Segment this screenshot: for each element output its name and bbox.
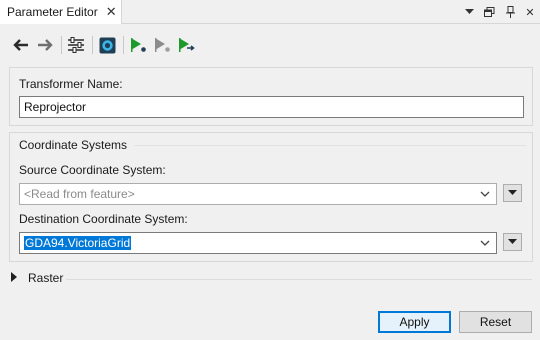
source-coordinate-system-value: <Read from feature> — [24, 187, 135, 201]
close-icon[interactable]: ✕ — [521, 3, 539, 21]
raster-divider — [66, 279, 532, 280]
tab-strip: Parameter Editor ✕ ✕ — [0, 0, 540, 24]
expand-arrow-icon — [10, 271, 18, 285]
destination-coordinate-system-value: GDA94.VictoriaGrid — [24, 236, 132, 250]
triangle-down-icon — [508, 190, 517, 195]
source-coordinate-system-label: Source Coordinate System: — [19, 163, 166, 177]
apply-button[interactable]: Apply — [378, 311, 451, 333]
forward-arrow-icon[interactable] — [34, 35, 56, 55]
tab-title: Parameter Editor — [7, 5, 98, 19]
transformer-icon[interactable] — [96, 35, 118, 55]
destination-coordinate-system-menu-button[interactable] — [503, 233, 522, 251]
run-to-this-icon[interactable] — [175, 35, 197, 55]
close-icon[interactable]: ✕ — [106, 4, 117, 20]
toolbar-separator — [92, 36, 93, 54]
chevron-down-icon — [478, 187, 492, 201]
run-icon[interactable] — [127, 35, 149, 55]
coordinate-systems-group-label: Coordinate Systems — [19, 138, 128, 152]
restore-icon[interactable] — [480, 3, 498, 21]
tab-parameter-editor[interactable]: Parameter Editor ✕ — [0, 0, 122, 24]
raster-expander[interactable]: Raster — [10, 271, 63, 285]
coordinate-systems-panel: Coordinate Systems Source Coordinate Sys… — [9, 132, 533, 262]
group-divider — [134, 145, 526, 146]
transformer-name-panel: Transformer Name: Reprojector — [9, 67, 533, 126]
chevron-down-icon — [478, 236, 492, 250]
source-coordinate-system-menu-button[interactable] — [503, 184, 522, 202]
settings-sliders-icon[interactable] — [65, 35, 87, 55]
transformer-name-input[interactable]: Reprojector — [19, 96, 524, 118]
toolbar-separator — [123, 36, 124, 54]
triangle-down-icon — [508, 239, 517, 244]
pin-icon[interactable] — [501, 3, 519, 21]
back-arrow-icon[interactable] — [10, 35, 32, 55]
destination-coordinate-system-select[interactable]: GDA94.VictoriaGrid — [19, 232, 497, 254]
toolbar-separator — [61, 36, 62, 54]
destination-coordinate-system-label: Destination Coordinate System: — [19, 212, 188, 226]
transformer-name-label: Transformer Name: — [19, 77, 123, 91]
source-coordinate-system-select[interactable]: <Read from feature> — [19, 183, 497, 205]
reset-button[interactable]: Reset — [459, 311, 532, 333]
dropdown-icon[interactable] — [460, 3, 478, 21]
raster-label: Raster — [28, 271, 64, 285]
toolbar — [10, 35, 199, 55]
run-disabled-icon[interactable] — [151, 35, 173, 55]
